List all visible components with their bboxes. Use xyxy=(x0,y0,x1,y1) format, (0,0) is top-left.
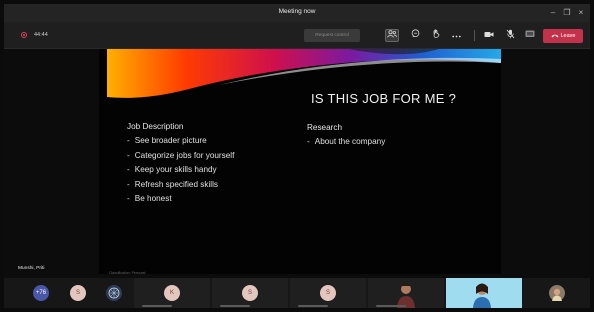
overflow-count: +76 xyxy=(33,285,49,301)
teams-meeting-window: Meeting now – ❐ × 44:44 Request control xyxy=(4,4,590,308)
toolbar-divider xyxy=(474,30,475,41)
chat-icon[interactable] xyxy=(408,29,422,42)
list-item: Refresh specified skills xyxy=(127,178,234,193)
participant-tile[interactable] xyxy=(524,278,590,308)
participant-name-bar xyxy=(376,305,406,307)
participant-video-icon xyxy=(446,278,522,308)
close-button[interactable]: × xyxy=(575,7,587,19)
leave-button[interactable]: Leave xyxy=(543,29,583,43)
avatar: S xyxy=(70,285,86,301)
list-item: Be honest xyxy=(127,192,234,207)
avatar: K xyxy=(164,285,180,301)
participant-tile[interactable]: S xyxy=(212,278,288,308)
avatar: S xyxy=(242,285,258,301)
list-item: See broader picture xyxy=(127,134,234,149)
research-heading: Research xyxy=(307,123,343,132)
meeting-toolbar: 44:44 Request control Leave xyxy=(4,22,590,49)
camera-icon[interactable] xyxy=(482,29,496,42)
participant-tile[interactable] xyxy=(368,278,444,308)
classification-label: Classification: Personal xyxy=(109,271,146,275)
reactions-icon[interactable] xyxy=(429,29,443,42)
leave-label: Leave xyxy=(560,33,576,39)
job-description-heading: Job Description xyxy=(127,122,184,131)
slide-title: IS THIS JOB FOR ME ? xyxy=(311,91,457,106)
title-bar: Meeting now – ❐ × xyxy=(4,4,590,22)
participant-name-bar xyxy=(298,305,328,307)
minimize-button[interactable]: – xyxy=(547,7,559,19)
participant-video-icon xyxy=(397,283,415,308)
shared-screen-stage: IS THIS JOB FOR ME ? Job Description See… xyxy=(4,49,590,278)
share-icon[interactable] xyxy=(523,29,537,42)
list-item: Keep your skills handy xyxy=(127,163,234,178)
avatar xyxy=(549,285,565,301)
overflow-tile[interactable]: +76 xyxy=(26,278,56,308)
participant-strip: +76 S K S S xyxy=(4,278,590,308)
job-description-list: See broader picture Categorize jobs for … xyxy=(127,134,235,207)
presenter-name: Munshi, Priti xyxy=(18,266,45,271)
participant-tile[interactable] xyxy=(446,278,522,308)
participant-tile[interactable]: S xyxy=(64,278,94,308)
participant-name-bar xyxy=(220,305,250,307)
participants-icon[interactable] xyxy=(385,29,399,42)
restore-button[interactable]: ❐ xyxy=(561,7,573,19)
window-title: Meeting now xyxy=(278,8,316,15)
participant-name-bar xyxy=(142,305,172,307)
avatar xyxy=(106,285,122,301)
phone-hangup-icon xyxy=(551,34,558,38)
list-item: Categorize jobs for yourself xyxy=(127,149,235,164)
list-item: About the company xyxy=(307,135,386,150)
meeting-timer: 44:44 xyxy=(34,32,48,38)
research-list: About the company xyxy=(307,135,386,150)
more-icon[interactable] xyxy=(449,29,463,42)
participant-tile[interactable]: K xyxy=(134,278,210,308)
request-control-button[interactable]: Request control xyxy=(304,29,360,42)
recording-icon xyxy=(21,32,27,38)
avatar: S xyxy=(320,285,336,301)
avatar-photo-icon xyxy=(108,287,120,299)
avatar-photo-icon xyxy=(552,288,562,301)
participant-tile[interactable] xyxy=(102,278,132,308)
presentation-slide: IS THIS JOB FOR ME ? Job Description See… xyxy=(99,49,501,274)
participant-tile[interactable]: S xyxy=(290,278,366,308)
mic-off-icon[interactable] xyxy=(503,29,517,42)
